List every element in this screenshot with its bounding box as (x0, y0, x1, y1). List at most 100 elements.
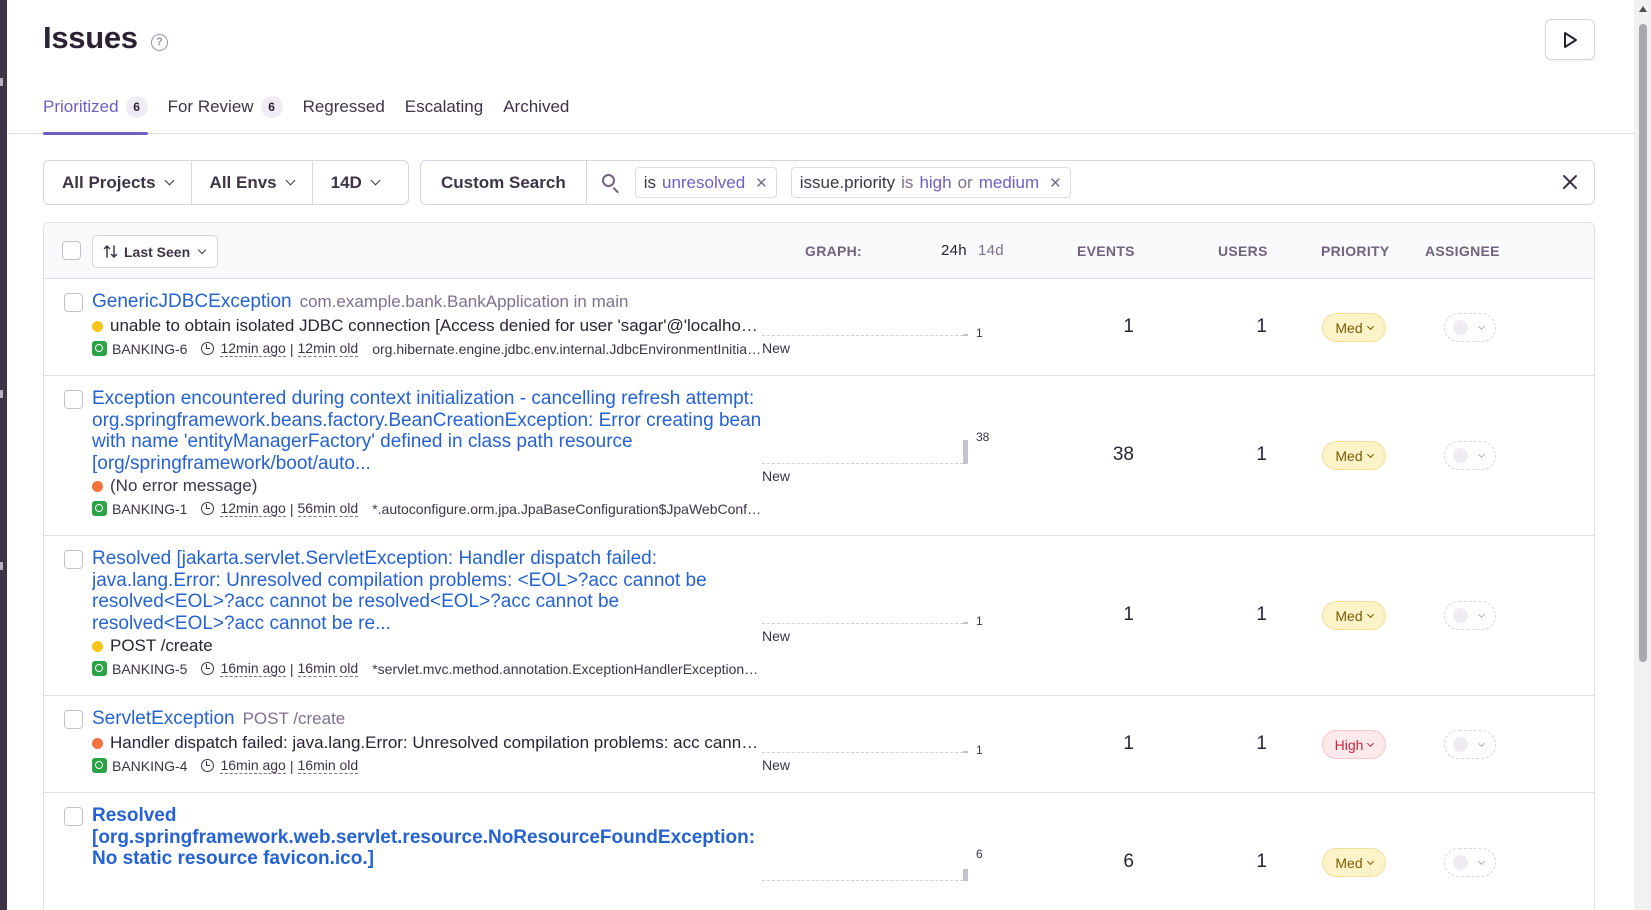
issue-tabs: Prioritized 6 For Review 6 Regressed Esc… (43, 92, 589, 135)
token-key[interactable]: issue.priority (800, 173, 895, 193)
search-token-status[interactable]: is unresolved ✕ (634, 167, 777, 198)
issue-title[interactable]: ServletException POST /create (92, 708, 764, 730)
token-value[interactable]: medium (979, 173, 1039, 193)
issue-title-text[interactable]: Resolved [org.springframework.web.servle… (92, 805, 755, 869)
priority-dropdown[interactable]: Med (1322, 441, 1386, 470)
graph-period-24h[interactable]: 24h (941, 242, 967, 259)
issue-title[interactable]: Exception encountered during context ini… (92, 388, 764, 474)
assignee-dropdown[interactable] (1444, 730, 1496, 759)
token-value[interactable]: unresolved (662, 173, 745, 193)
row-checkbox[interactable] (64, 390, 83, 409)
issue-title[interactable]: Resolved [org.springframework.web.servle… (92, 805, 764, 870)
graph-period-14d[interactable]: 14d (978, 242, 1004, 259)
assignee-dropdown[interactable] (1444, 313, 1496, 342)
event-count[interactable]: 38 (1054, 444, 1134, 466)
page-header: Issues ? Prioritized 6 For Review 6 Regr… (7, 0, 1634, 135)
first-seen-age: 16min old (297, 757, 359, 774)
issue-sparkline[interactable]: 1 (762, 590, 983, 628)
chevron-down-icon (164, 175, 174, 186)
column-events[interactable]: EVENTS (1077, 243, 1135, 259)
issue-short-id[interactable]: BANKING-4 (112, 758, 187, 774)
last-seen: 16min ago (220, 757, 286, 774)
sort-dropdown[interactable]: Last Seen (92, 235, 219, 268)
issue-sparkline[interactable]: 38 (762, 430, 989, 464)
scrollbar-thumb[interactable] (1639, 24, 1647, 662)
tab-regressed[interactable]: Regressed (303, 92, 385, 134)
issue-short-id[interactable]: BANKING-1 (112, 501, 187, 517)
table-row[interactable]: ServletException POST /create Handler dis… (44, 696, 1594, 793)
issue-title-text[interactable]: Exception encountered during context ini… (92, 388, 761, 474)
remove-token-icon[interactable]: ✕ (1049, 174, 1062, 192)
remove-token-icon[interactable]: ✕ (755, 174, 768, 192)
event-count[interactable]: 1 (1054, 604, 1134, 626)
last-seen: 12min ago (220, 340, 286, 357)
tab-label: Prioritized (43, 97, 119, 116)
tab-archived[interactable]: Archived (503, 92, 569, 134)
row-checkbox[interactable] (64, 710, 83, 729)
user-count[interactable]: 1 (1187, 604, 1267, 626)
column-priority[interactable]: PRIORITY (1321, 243, 1390, 259)
event-count[interactable]: 1 (1054, 316, 1134, 338)
assignee-dropdown[interactable] (1444, 848, 1496, 877)
clear-search-icon[interactable] (1560, 172, 1580, 192)
issue-sparkline[interactable]: 6 (762, 847, 983, 881)
tab-for-review[interactable]: For Review 6 (168, 92, 283, 134)
priority-dropdown[interactable]: Med (1322, 313, 1386, 342)
sparkline-max-label: 1 (976, 743, 983, 757)
row-checkbox[interactable] (64, 293, 83, 312)
token-value[interactable]: high (919, 173, 951, 193)
question-circle-icon[interactable]: ? (151, 34, 168, 51)
issue-sparkline[interactable]: 1 (762, 302, 983, 340)
issue-title-text[interactable]: Resolved [jakarta.servlet.ServletExcepti… (92, 548, 707, 634)
token-operator[interactable]: is (901, 173, 913, 193)
issue-sparkline[interactable]: 1 (762, 719, 983, 757)
issue-title-text[interactable]: GenericJDBCException (92, 291, 292, 312)
assignee-dropdown[interactable] (1444, 601, 1496, 630)
user-count[interactable]: 1 (1187, 733, 1267, 755)
unassigned-avatar-icon (1453, 448, 1468, 463)
issue-title[interactable]: Resolved [jakarta.servlet.ServletExcepti… (92, 548, 764, 634)
user-count[interactable]: 1 (1187, 444, 1267, 466)
tab-escalating[interactable]: Escalating (405, 92, 483, 134)
select-all-checkbox[interactable] (62, 241, 81, 260)
search-token-priority[interactable]: issue.priority is high or medium ✕ (790, 167, 1071, 198)
row-checkbox[interactable] (64, 550, 83, 569)
edge-marker (0, 390, 3, 398)
page-scrollbar[interactable] (1634, 0, 1651, 910)
date-range-dropdown[interactable]: 14D (313, 161, 397, 204)
play-tour-button[interactable] (1545, 19, 1595, 60)
issue-message-text: POST /create (110, 636, 213, 655)
user-count[interactable]: 1 (1187, 316, 1267, 338)
sparkline-max-label: 1 (976, 326, 983, 340)
user-count[interactable]: 1 (1187, 851, 1267, 873)
scroll-up-arrow-icon[interactable] (1639, 6, 1647, 12)
column-assignee: ASSIGNEE (1425, 243, 1500, 259)
table-row[interactable]: Resolved [org.springframework.web.servle… (44, 793, 1594, 910)
issue-short-id[interactable]: BANKING-5 (112, 661, 187, 677)
priority-dropdown[interactable]: Med (1322, 601, 1386, 630)
priority-dropdown[interactable]: Med (1322, 848, 1386, 877)
row-checkbox[interactable] (64, 807, 83, 826)
issue-short-id[interactable]: BANKING-6 (112, 341, 187, 357)
play-icon (1564, 31, 1577, 48)
table-row[interactable]: Exception encountered during context ini… (44, 376, 1594, 536)
issue-title-text[interactable]: ServletException (92, 708, 235, 729)
priority-dropdown[interactable]: High (1322, 730, 1386, 759)
last-seen: 16min ago (220, 660, 286, 677)
tab-count-badge: 6 (260, 96, 283, 118)
level-indicator (92, 320, 103, 332)
issue-search-bar[interactable]: Custom Search is unresolved ✕ issue.prio… (420, 160, 1595, 205)
issue-title[interactable]: GenericJDBCException com.example.bank.Ban… (92, 291, 764, 313)
event-count[interactable]: 6 (1054, 851, 1134, 873)
custom-search-button[interactable]: Custom Search (421, 161, 587, 204)
table-row[interactable]: Resolved [jakarta.servlet.ServletExcepti… (44, 536, 1594, 696)
table-row[interactable]: GenericJDBCException com.example.bank.Ban… (44, 279, 1594, 376)
issue-meta: BANKING-6 12min ago | 12min old org.hibe… (92, 340, 764, 357)
column-users[interactable]: USERS (1218, 243, 1268, 259)
event-count[interactable]: 1 (1054, 733, 1134, 755)
assignee-dropdown[interactable] (1444, 441, 1496, 470)
environment-filter-dropdown[interactable]: All Envs (192, 161, 313, 204)
project-filter-dropdown[interactable]: All Projects (44, 161, 192, 204)
unassigned-avatar-icon (1453, 737, 1468, 752)
tab-prioritized[interactable]: Prioritized 6 (43, 92, 148, 135)
